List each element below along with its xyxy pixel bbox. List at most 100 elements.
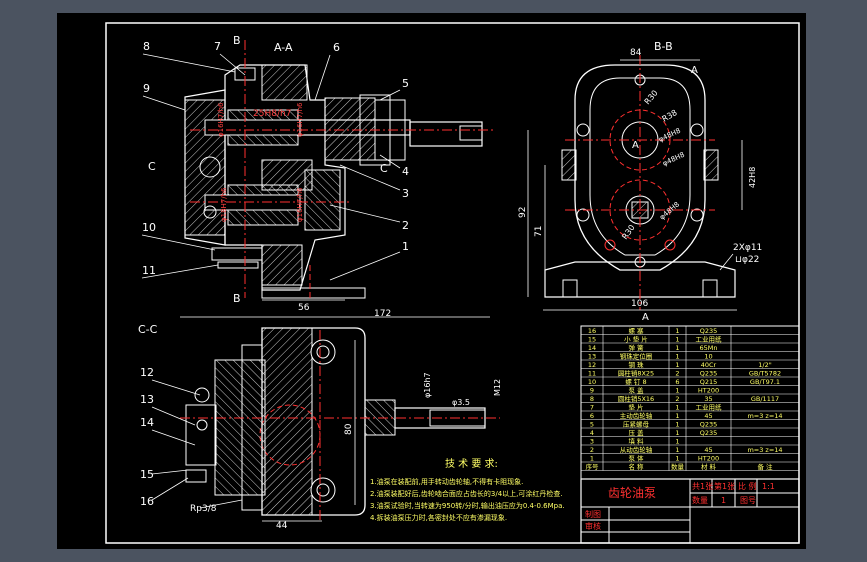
bom-cell-note: 备 注 xyxy=(757,462,773,471)
balloon-4: 4 xyxy=(402,165,409,178)
sheet-number: 第1张 xyxy=(714,481,735,491)
label-cut-b-top: B xyxy=(233,34,241,47)
bom-cell-name: 小 垫 片 xyxy=(624,335,648,344)
bom-cell-name: 螺 塞 xyxy=(628,326,644,335)
bom-cell-qty: 2 xyxy=(675,395,679,403)
scale-label: 比 例 xyxy=(738,481,757,491)
bom-cell-no: 13 xyxy=(588,353,596,361)
bom-cell-note: 1/2" xyxy=(758,361,771,369)
dim-44: 44 xyxy=(276,521,288,531)
bom-cell-no: 9 xyxy=(590,387,594,395)
bom-cell-name: 圆柱销8X25 xyxy=(618,369,654,378)
bom-cell-qty: 1 xyxy=(675,387,679,395)
scale-value: 1:1 xyxy=(762,482,775,491)
bom-cell-no: 10 xyxy=(588,378,596,386)
dim-phi16-c: φ16H7/h6 xyxy=(296,187,304,222)
bom-cell-mat: 10 xyxy=(704,353,712,361)
balloon-5: 5 xyxy=(402,77,409,90)
dim-phi18: φ18H7/h6 xyxy=(220,187,228,222)
bom-cell-no: 15 xyxy=(588,336,596,344)
dim-42h8: 42H8 xyxy=(748,167,757,188)
bom-cell-mat: 40Cr xyxy=(701,361,717,369)
bom-cell-mat: HT200 xyxy=(698,455,719,463)
dim-phi3-5: φ3.5 xyxy=(452,398,470,407)
tech-line-1: 1.油泵在装配前,用手转动齿轮轴,不得有卡阻现象. xyxy=(370,477,523,486)
cad-drawing: 25H8/h7 φ16H7/h6 φ16H7/h6 φ16H7/h6 φ18H7… xyxy=(57,13,806,549)
dim-depth: ⊔φ22 xyxy=(735,255,759,265)
bom-cell-qty: 2 xyxy=(675,370,679,378)
bom-cell-no: 4 xyxy=(590,429,594,437)
dim-holes: 2Xφ11 xyxy=(733,243,762,253)
dim-phi16-a: φ16H7/h6 xyxy=(217,102,225,137)
sheet-background xyxy=(57,13,806,549)
bom-cell-mat: 工业用纸 xyxy=(696,403,723,412)
bom-cell-no: 8 xyxy=(590,395,594,403)
bom-cell-qty: 1 xyxy=(675,361,679,369)
dim-80: 80 xyxy=(344,423,354,435)
bom-cell-no: 12 xyxy=(588,361,596,369)
dim-106: 106 xyxy=(631,299,648,309)
bom-cell-name: 钢 珠 xyxy=(628,360,644,369)
bom-cell-note: GB/T5782 xyxy=(749,370,781,378)
dim-92: 92 xyxy=(518,207,528,218)
dim-phi16h7: φ16h7 xyxy=(423,372,432,398)
bom-cell-name: 螺 钉 8 xyxy=(625,377,646,386)
bom-cell-note: GB/T97.1 xyxy=(750,378,780,386)
bom-cell-mat: 45 xyxy=(704,446,712,454)
balloon-16: 16 xyxy=(140,495,154,508)
bom-cell-name: 名 称 xyxy=(628,462,644,471)
bom-cell-name: 弹 簧 xyxy=(628,343,644,352)
bom-cell-name: 填 料 xyxy=(628,437,644,446)
tech-title: 技 术 要 求: xyxy=(445,457,498,470)
label-section-cc: C-C xyxy=(138,323,158,336)
qty-value: 1 xyxy=(721,496,726,505)
checked-label: 审核 xyxy=(585,521,601,531)
balloon-15: 15 xyxy=(140,468,154,481)
bom-cell-name: 泵 盖 xyxy=(628,386,644,395)
bom-cell-qty: 6 xyxy=(675,378,679,386)
balloon-11: 11 xyxy=(142,264,156,277)
balloon-2: 2 xyxy=(402,219,409,232)
dim-172: 172 xyxy=(374,309,391,319)
balloon-10: 10 xyxy=(142,221,156,234)
bom-cell-no: 6 xyxy=(590,412,594,420)
sheet-count: 共1张 xyxy=(692,482,713,491)
bom-cell-no: 3 xyxy=(590,438,594,446)
bom-cell-mat: 65Mn xyxy=(700,344,718,352)
balloon-14: 14 xyxy=(140,416,154,429)
bom-cell-qty: 1 xyxy=(675,429,679,437)
balloon-1: 1 xyxy=(402,240,409,253)
balloon-7: 7 xyxy=(214,40,221,53)
label-cut-c-right: C xyxy=(380,162,388,175)
balloon-3: 3 xyxy=(402,187,409,200)
bom-cell-qty: 1 xyxy=(675,421,679,429)
bom-cell-no: 序号 xyxy=(586,462,600,471)
label-section-aa: A-A xyxy=(274,41,293,54)
bom-cell-mat: HT200 xyxy=(698,387,719,395)
bom-cell-qty: 1 xyxy=(675,446,679,454)
tech-line-3: 3.油泵试验时,当转速为950转/分时,输出油压应为0.4-0.6Mpa. xyxy=(370,501,565,510)
bom-cell-name: 压 盖 xyxy=(628,428,644,437)
bom-cell-name: 从动齿轮轴 xyxy=(620,445,653,454)
balloon-6: 6 xyxy=(333,41,340,54)
balloon-13: 13 xyxy=(140,393,154,406)
label-cut-c-left: C xyxy=(148,160,156,173)
dim-25h8: 25H8/h7 xyxy=(253,109,291,119)
label-a-bottom: A xyxy=(642,312,649,323)
bom-cell-mat: 35 xyxy=(704,395,712,403)
bom-cell-qty: 1 xyxy=(675,438,679,446)
bom-cell-no: 11 xyxy=(588,370,596,378)
bom-cell-name: 垫 片 xyxy=(628,403,643,412)
balloon-9: 9 xyxy=(143,82,150,95)
label-cut-b-bottom: B xyxy=(233,292,241,305)
bom-cell-no: 14 xyxy=(588,344,596,352)
bom-cell-name: 泵 体 xyxy=(628,454,644,463)
tech-line-2: 2.油泵装配好后,齿轮啮合面应占齿长的3/4以上,可涂红丹检查. xyxy=(370,489,563,498)
bom-cell-mat: Q235 xyxy=(700,421,718,429)
balloon-12: 12 xyxy=(140,366,154,379)
dim-phi16-b: φ16H7/h6 xyxy=(296,102,304,137)
drawn-label: 制图 xyxy=(585,509,601,519)
drawing-number-label: 图号 xyxy=(740,496,756,505)
dim-71: 71 xyxy=(534,226,544,237)
bom-cell-note: m=3 z=14 xyxy=(747,446,782,454)
